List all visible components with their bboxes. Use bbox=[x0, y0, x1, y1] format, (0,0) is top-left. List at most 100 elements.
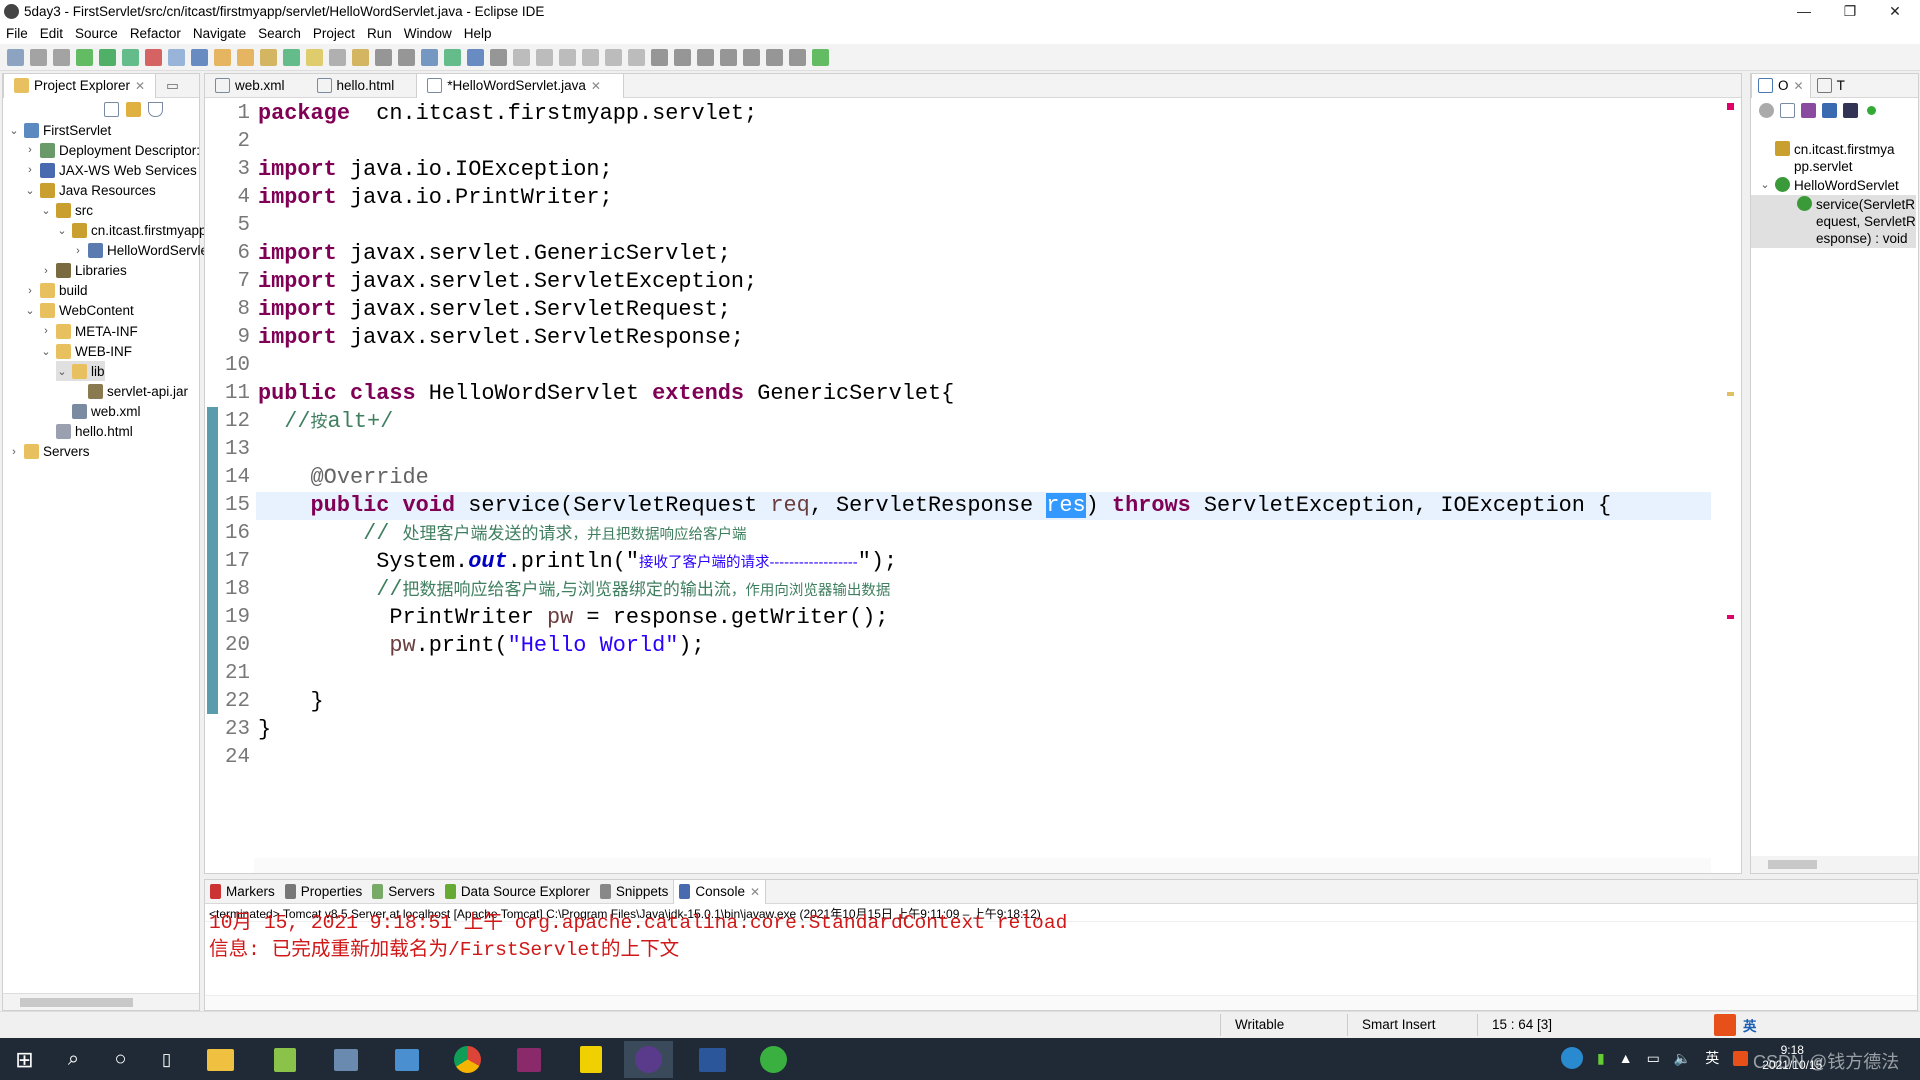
editor-tab[interactable]: *HelloWordServlet.java ✕ bbox=[416, 73, 624, 98]
chevron-right-icon[interactable]: › bbox=[40, 265, 52, 277]
tree-item[interactable]: › META-INF bbox=[40, 321, 138, 341]
help-app-icon[interactable] bbox=[566, 1041, 615, 1078]
tree-item[interactable]: › build bbox=[24, 281, 88, 301]
refresh-app-icon[interactable] bbox=[749, 1041, 798, 1078]
tab-servers[interactable]: Servers bbox=[367, 880, 440, 904]
chevron-right-icon[interactable]: › bbox=[40, 325, 52, 337]
status-insert-mode[interactable]: Smart Insert bbox=[1347, 1014, 1477, 1036]
link-editor-icon[interactable] bbox=[126, 101, 141, 117]
toolbar-button-icon[interactable] bbox=[99, 48, 116, 66]
menu-help[interactable]: Help bbox=[458, 26, 498, 41]
sogou-ime-icon[interactable] bbox=[1714, 1014, 1736, 1036]
console-output[interactable]: 10月 15, 2021 9:18:51 上午 org.apache.catal… bbox=[205, 910, 1917, 964]
outline-item[interactable]: ⌄ HelloWordServlet bbox=[1751, 176, 1916, 195]
toolbar-button-icon[interactable] bbox=[536, 48, 553, 66]
menu-run[interactable]: Run bbox=[361, 26, 398, 41]
control-panel-icon[interactable] bbox=[382, 1041, 431, 1078]
usb-icon[interactable]: ▮ bbox=[1597, 1050, 1605, 1067]
chevron-down-icon[interactable]: ⌄ bbox=[40, 204, 52, 217]
toolbar-button-icon[interactable] bbox=[559, 48, 576, 66]
menu-search[interactable]: Search bbox=[252, 26, 307, 41]
hide-static-icon[interactable] bbox=[1822, 103, 1837, 118]
toolbar-button-icon[interactable] bbox=[513, 48, 530, 66]
menu-window[interactable]: Window bbox=[398, 26, 458, 41]
tree-item[interactable]: ⌄ src bbox=[40, 200, 93, 220]
toolbar-button-icon[interactable] bbox=[306, 48, 323, 66]
toolbar-button-icon[interactable] bbox=[605, 48, 622, 66]
toolbar-button-icon[interactable] bbox=[720, 48, 737, 66]
toolbar-button-icon[interactable] bbox=[76, 48, 93, 66]
chevron-right-icon[interactable]: › bbox=[24, 164, 36, 176]
hide-non-public-icon[interactable] bbox=[1843, 103, 1858, 118]
cortana-icon[interactable]: ○ bbox=[96, 1041, 145, 1078]
explorer-hscrollbar[interactable] bbox=[3, 993, 199, 1010]
restore-button[interactable]: ❐ bbox=[1829, 0, 1871, 22]
close-icon[interactable]: ✕ bbox=[591, 79, 601, 93]
chevron-right-icon[interactable]: › bbox=[8, 446, 20, 458]
menu-edit[interactable]: Edit bbox=[34, 26, 69, 41]
public-member-icon[interactable] bbox=[1867, 106, 1876, 115]
tree-item[interactable]: › Libraries bbox=[40, 261, 127, 281]
toolbar-button-icon[interactable] bbox=[421, 48, 438, 66]
close-icon[interactable]: ✕ bbox=[750, 885, 760, 899]
outline-item[interactable]: service(ServletRequest, ServletResponse)… bbox=[1751, 195, 1916, 248]
toolbar-button-icon[interactable] bbox=[490, 48, 507, 66]
collapse-all-icon[interactable] bbox=[104, 101, 119, 117]
chevron-right-icon[interactable]: › bbox=[24, 144, 36, 156]
tab-snippets[interactable]: Snippets bbox=[595, 880, 674, 904]
minimize-icon[interactable]: ▭ bbox=[166, 78, 179, 94]
toolbar-button-icon[interactable] bbox=[53, 48, 70, 66]
tree-item[interactable]: ⌄ Java Resources bbox=[24, 180, 156, 200]
tab-project-explorer[interactable]: Project Explorer ✕ bbox=[3, 73, 157, 98]
error-marker[interactable] bbox=[1727, 615, 1734, 619]
minimize-button[interactable]: — bbox=[1783, 0, 1825, 22]
close-button[interactable]: ✕ bbox=[1874, 0, 1916, 22]
chevron-down-icon[interactable]: ⌄ bbox=[1759, 177, 1771, 194]
error-overview-marker[interactable] bbox=[1727, 103, 1734, 110]
tree-item[interactable]: ⌄ lib bbox=[56, 361, 105, 382]
windows-start-icon[interactable]: ⊞ bbox=[0, 1041, 49, 1078]
toolbar-button-icon[interactable] bbox=[283, 48, 300, 66]
tab-console[interactable]: Console ✕ bbox=[673, 879, 767, 904]
toolbar-button-icon[interactable] bbox=[789, 48, 806, 66]
toolbar-button-icon[interactable] bbox=[329, 48, 346, 66]
warning-marker[interactable] bbox=[1727, 392, 1734, 396]
toolbar-button-icon[interactable] bbox=[237, 48, 254, 66]
console-hscrollbar[interactable] bbox=[205, 995, 1917, 1010]
toolbar-button-icon[interactable] bbox=[674, 48, 691, 66]
chevron-down-icon[interactable]: ⌄ bbox=[40, 345, 52, 358]
tab-markers[interactable]: Markers bbox=[205, 880, 280, 904]
eclipse-taskbar-icon[interactable] bbox=[624, 1041, 673, 1078]
toolbar-button-icon[interactable] bbox=[766, 48, 783, 66]
toolbar-button-icon[interactable] bbox=[214, 48, 231, 66]
task-view-icon[interactable]: ▯ bbox=[142, 1041, 191, 1078]
tree-item[interactable]: web.xml bbox=[56, 401, 141, 421]
toolbar-button-icon[interactable] bbox=[743, 48, 760, 66]
tree-item[interactable]: ⌄ WEB-INF bbox=[40, 341, 132, 361]
hide-fields-icon[interactable] bbox=[1759, 103, 1774, 118]
chevron-down-icon[interactable]: ⌄ bbox=[56, 365, 68, 378]
toolbar-button-icon[interactable] bbox=[352, 48, 369, 66]
tree-item[interactable]: ⌄ WebContent bbox=[24, 301, 134, 321]
chevron-down-icon[interactable]: ⌄ bbox=[24, 304, 36, 317]
toolbar-button-icon[interactable] bbox=[30, 48, 47, 66]
toolbar-button-icon[interactable] bbox=[467, 48, 484, 66]
filter-icon[interactable] bbox=[148, 101, 163, 117]
chevron-down-icon[interactable]: ⌄ bbox=[8, 124, 20, 137]
file-explorer-icon[interactable] bbox=[196, 1041, 245, 1078]
chevron-right-icon[interactable]: › bbox=[24, 285, 36, 297]
toolbar-button-icon[interactable] bbox=[145, 48, 162, 66]
editor-tab[interactable]: web.xml bbox=[205, 74, 307, 98]
toolbar-button-icon[interactable] bbox=[398, 48, 415, 66]
tree-item[interactable]: ⌄ FirstServlet bbox=[8, 120, 111, 140]
tab-outline[interactable]: O ✕ bbox=[1751, 73, 1811, 98]
volume-icon[interactable]: 🔈 bbox=[1674, 1050, 1691, 1067]
collapse-all-icon[interactable] bbox=[1780, 103, 1795, 118]
toolbar-button-icon[interactable] bbox=[7, 48, 24, 66]
chevron-down-icon[interactable]: ⌄ bbox=[24, 184, 36, 197]
outline-hscrollbar[interactable] bbox=[1751, 856, 1918, 873]
menu-navigate[interactable]: Navigate bbox=[187, 26, 252, 41]
toolbar-button-icon[interactable] bbox=[260, 48, 277, 66]
tree-item[interactable]: hello.html bbox=[40, 422, 133, 442]
tree-item[interactable]: › Servers bbox=[8, 442, 90, 462]
